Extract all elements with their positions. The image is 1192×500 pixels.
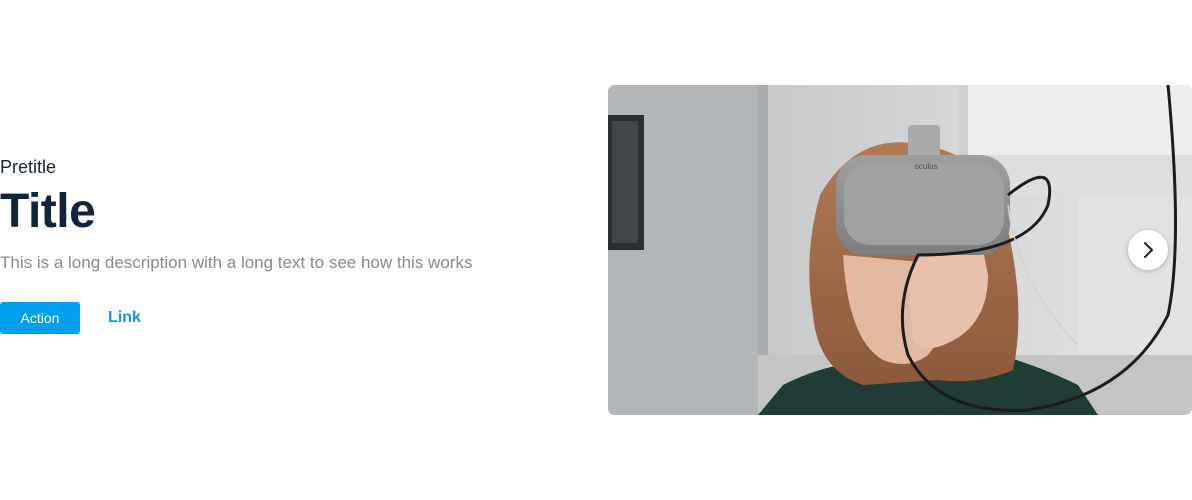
- description: This is a long description with a long t…: [0, 253, 473, 272]
- hero-section: Pretitle Title This is a long descriptio…: [0, 0, 1192, 500]
- hero-actions: Action Link: [0, 302, 560, 334]
- chevron-right-icon: [1144, 242, 1153, 258]
- page-title: Title: [0, 185, 96, 238]
- hero-copy: Pretitle Title This is a long descriptio…: [0, 154, 560, 334]
- link[interactable]: Link: [108, 309, 141, 327]
- pretitle: Pretitle: [0, 157, 57, 177]
- action-button[interactable]: Action: [0, 302, 80, 334]
- vr-photo-illustration: oculus: [608, 85, 1192, 415]
- headset-brand: oculus: [914, 162, 937, 171]
- carousel-next-button[interactable]: [1128, 230, 1168, 270]
- hero-image: oculus: [608, 85, 1192, 415]
